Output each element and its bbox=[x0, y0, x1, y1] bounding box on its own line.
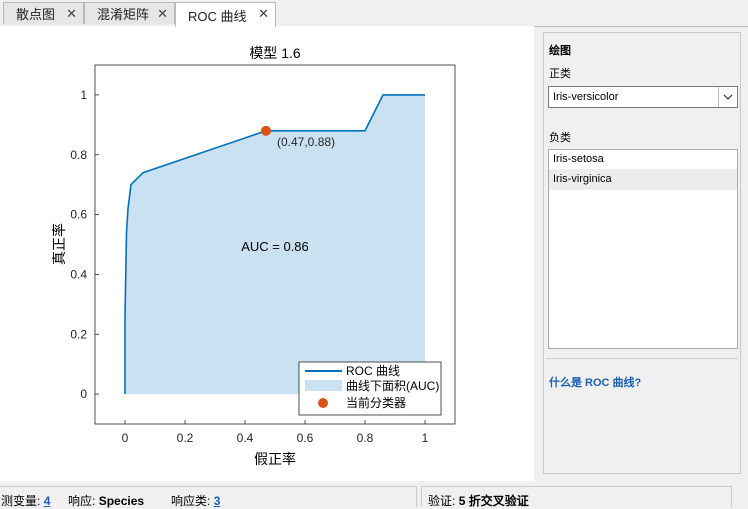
tab-label: 散点图 bbox=[16, 7, 56, 22]
positive-class-label: 正类 bbox=[549, 68, 571, 80]
panel-title: 绘图 bbox=[549, 45, 571, 57]
model-info-box: 测变量: 4 响应: Species 响应类: 3 bbox=[0, 486, 417, 509]
tab-confusion-matrix[interactable]: 混淆矩阵 ✕ bbox=[84, 2, 175, 24]
legend-area-swatch bbox=[305, 380, 342, 391]
y-axis-label: 真正率 bbox=[51, 223, 67, 265]
auc-label: AUC = 0.86 bbox=[241, 239, 309, 254]
validation-status: 验证: 5 折交叉验证 bbox=[428, 492, 529, 509]
close-icon[interactable]: ✕ bbox=[66, 6, 77, 22]
positive-class-select[interactable]: Iris-versicolor bbox=[548, 86, 738, 108]
current-point-label: (0.47,0.88) bbox=[277, 135, 335, 149]
roc-help-link[interactable]: 什么是 ROC 曲线? bbox=[549, 374, 641, 390]
legend-marker-label: 当前分类器 bbox=[346, 395, 406, 410]
plot-options-panel: 绘图 正类 Iris-versicolor 负类 Iris-setosa Iri… bbox=[543, 32, 741, 474]
x-axis-label: 假正率 bbox=[254, 451, 296, 467]
tab-bar: 散点图 ✕ 混淆矩阵 ✕ ROC 曲线 ✕ bbox=[0, 0, 748, 27]
status-bar: 测变量: 4 响应: Species 响应类: 3 验证: 5 折交叉验证 bbox=[0, 483, 748, 509]
predictors-label: 测变量: bbox=[1, 494, 41, 508]
divider bbox=[546, 358, 738, 359]
tab-scatter-plot[interactable]: 散点图 ✕ bbox=[3, 2, 84, 24]
x-tick-label: 0.4 bbox=[237, 431, 254, 445]
x-tick-label: 0.8 bbox=[357, 431, 374, 445]
legend: ROC 曲线 曲线下面积(AUC) 当前分类器 bbox=[298, 361, 442, 416]
chevron-down-icon[interactable] bbox=[718, 87, 737, 107]
close-icon[interactable]: ✕ bbox=[258, 6, 269, 22]
list-item[interactable]: Iris-virginica bbox=[549, 170, 737, 190]
response-value: Species bbox=[98, 494, 145, 508]
tab-roc-curve[interactable]: ROC 曲线 ✕ bbox=[175, 2, 276, 27]
response-classes-link[interactable]: 3 bbox=[214, 494, 221, 508]
y-tick-label: 0.6 bbox=[70, 208, 87, 222]
chart-title: 模型 1.6 bbox=[249, 45, 301, 61]
y-tick-label: 0.8 bbox=[70, 148, 87, 162]
tab-label: ROC 曲线 bbox=[188, 8, 247, 24]
x-tick-label: 1 bbox=[422, 431, 429, 445]
list-item[interactable]: Iris-setosa bbox=[549, 150, 737, 170]
y-tick-label: 0.4 bbox=[70, 267, 87, 281]
negative-class-list[interactable]: Iris-setosa Iris-virginica bbox=[548, 149, 738, 349]
legend-roc-label: ROC 曲线 bbox=[346, 364, 400, 378]
response-classes-label: 响应类: bbox=[171, 494, 211, 508]
predictors-status: 测变量: 4 bbox=[1, 492, 50, 509]
response-classes-status: 响应类: 3 bbox=[171, 492, 220, 509]
negative-class-label: 负类 bbox=[549, 132, 571, 144]
predictors-link[interactable]: 4 bbox=[44, 494, 51, 508]
validation-label: 验证: bbox=[428, 494, 456, 508]
tab-label: 混淆矩阵 bbox=[97, 7, 150, 22]
x-tick-label: 0.2 bbox=[177, 431, 194, 445]
validation-info-box: 验证: 5 折交叉验证 bbox=[421, 486, 732, 509]
y-tick-label: 0.2 bbox=[70, 327, 87, 341]
validation-value: 5 折交叉验证 bbox=[458, 494, 529, 508]
x-tick-label: 0.6 bbox=[297, 431, 314, 445]
roc-chart[interactable]: 模型 1.6 0 0.2 0.4 0.6 0.8 1 0 0.2 0.4 0.6 0.8 1 (0.4… bbox=[0, 26, 534, 481]
x-tick-label: 0 bbox=[122, 431, 129, 445]
positive-class-value: Iris-versicolor bbox=[553, 91, 619, 103]
current-classifier-marker bbox=[261, 125, 271, 136]
legend-marker-swatch bbox=[318, 398, 328, 408]
legend-auc-label: 曲线下面积(AUC) bbox=[346, 379, 439, 393]
y-tick-label: 1 bbox=[80, 88, 87, 102]
y-tick-label: 0 bbox=[80, 387, 87, 401]
close-icon[interactable]: ✕ bbox=[157, 6, 168, 22]
response-label: 响应: bbox=[68, 494, 96, 508]
response-status: 响应: Species bbox=[68, 492, 144, 509]
plot-pane: 模型 1.6 0 0.2 0.4 0.6 0.8 1 0 0.2 0.4 0.6 0.8 1 (0.4… bbox=[0, 26, 534, 481]
